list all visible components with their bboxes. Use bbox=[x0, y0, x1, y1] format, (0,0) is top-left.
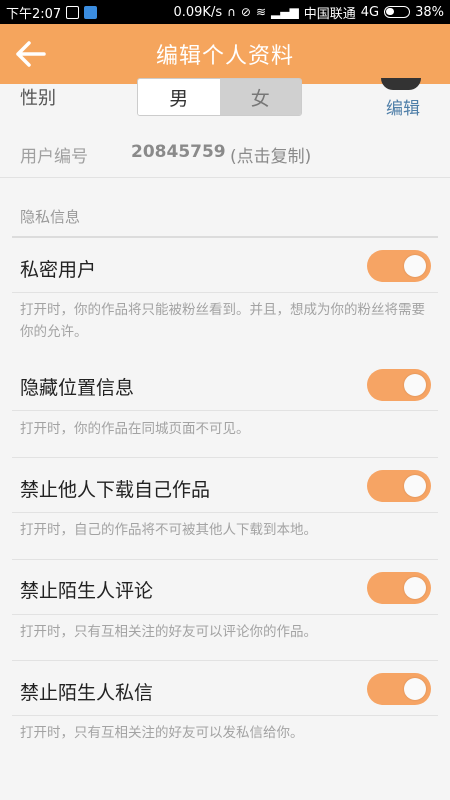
toggle-knob bbox=[404, 678, 426, 700]
network-speed: 0.09K/s bbox=[173, 4, 223, 20]
headphone-icon: ∩ bbox=[227, 5, 236, 19]
status-bar: 下午2:07 0.09K/s ∩ ⊘ ≋ ▂▄▆ 中国联通 4G 38% bbox=[0, 0, 450, 24]
user-id-label: 用户编号 bbox=[20, 147, 88, 167]
hide-location-description: 打开时，你的作品在同城页面不可见。 bbox=[20, 421, 250, 437]
gender-row: 性别 男 女 编辑 bbox=[0, 78, 450, 119]
block-stranger-messages-toggle[interactable] bbox=[367, 673, 431, 705]
block-stranger-comments-title: 禁止陌生人评论 bbox=[20, 580, 154, 602]
privacy-section-title: 隐私信息 bbox=[20, 208, 81, 226]
battery-level: 38% bbox=[415, 4, 444, 20]
back-arrow-icon[interactable] bbox=[14, 38, 48, 70]
private-user-title: 私密用户 bbox=[20, 259, 97, 281]
row-divider bbox=[12, 715, 438, 716]
signal-icon: ▂▄▆ bbox=[271, 5, 299, 19]
carrier-name: 中国联通 bbox=[303, 6, 356, 22]
section-divider bbox=[12, 236, 438, 238]
gender-segmented-control: 男 女 bbox=[137, 78, 302, 116]
block-download-description: 打开时，自己的作品将不可被其他人下载到本地。 bbox=[20, 522, 317, 538]
block-stranger-comments-description: 打开时，只有互相关注的好友可以评论你的作品。 bbox=[20, 624, 317, 640]
battery-icon bbox=[384, 6, 411, 18]
row-divider bbox=[12, 660, 438, 661]
toggle-knob bbox=[404, 374, 426, 396]
private-user-description: 打开时，你的作品将只能被粉丝看到。并且，想成为你的粉丝将需要你的允许。 bbox=[20, 302, 425, 340]
gender-label: 性别 bbox=[20, 88, 56, 109]
block-stranger-messages-description: 打开时，只有互相关注的好友可以发私信给你。 bbox=[20, 725, 304, 741]
user-id-row[interactable]: 用户编号 20845759 (点击复制) bbox=[0, 130, 450, 178]
row-divider bbox=[12, 410, 438, 411]
row-divider bbox=[12, 512, 438, 513]
vibrate-icon: ≋ bbox=[255, 5, 267, 19]
gallery-notification-icon bbox=[66, 5, 80, 19]
row-divider bbox=[12, 614, 438, 615]
private-user-toggle[interactable] bbox=[367, 250, 431, 282]
avatar[interactable] bbox=[381, 78, 421, 90]
page-title: 编辑个人资料 bbox=[155, 44, 294, 69]
status-time: 下午2:07 bbox=[6, 6, 62, 22]
copy-hint[interactable]: (点击复制) bbox=[230, 142, 311, 167]
row-divider bbox=[12, 559, 438, 560]
row-divider bbox=[12, 292, 438, 293]
hide-location-toggle[interactable] bbox=[367, 369, 431, 401]
gender-female-option[interactable]: 女 bbox=[219, 79, 301, 115]
block-download-toggle[interactable] bbox=[367, 470, 431, 502]
block-download-title: 禁止他人下载自己作品 bbox=[20, 479, 211, 501]
block-stranger-messages-title: 禁止陌生人私信 bbox=[20, 682, 154, 704]
user-id-value[interactable]: 20845759 bbox=[131, 142, 226, 162]
mute-icon: ⊘ bbox=[240, 5, 251, 19]
toggle-knob bbox=[404, 577, 426, 599]
app-header: 编辑个人资料 bbox=[0, 24, 450, 84]
row-divider bbox=[12, 457, 438, 458]
block-stranger-comments-toggle[interactable] bbox=[367, 572, 431, 604]
toggle-knob bbox=[404, 475, 426, 497]
edit-avatar-link[interactable]: 编辑 bbox=[386, 94, 420, 119]
gender-male-option[interactable]: 男 bbox=[138, 79, 220, 115]
toggle-knob bbox=[404, 255, 426, 277]
network-type: 4G bbox=[360, 4, 380, 20]
hide-location-title: 隐藏位置信息 bbox=[20, 377, 135, 399]
app-notification-icon bbox=[84, 5, 98, 19]
